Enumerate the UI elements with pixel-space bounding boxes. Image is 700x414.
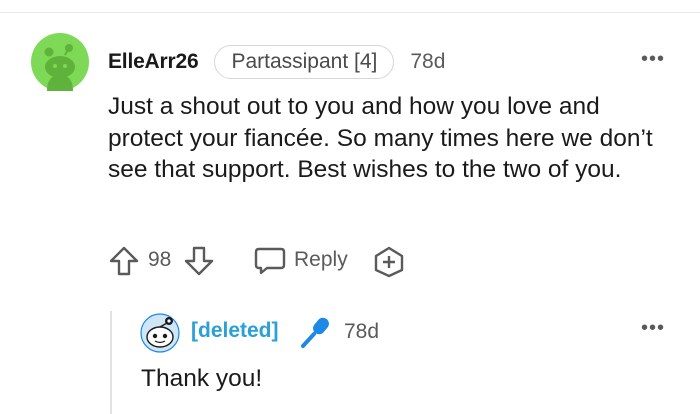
thread-line[interactable] xyxy=(110,311,112,414)
more-options-icon[interactable]: ••• xyxy=(641,48,665,71)
reply-button[interactable]: Reply xyxy=(294,248,348,272)
comment-age: 78d xyxy=(410,50,446,73)
microphone-icon xyxy=(298,315,332,349)
reply-username: [deleted] xyxy=(191,319,279,342)
top-divider xyxy=(0,12,700,13)
award-plus-icon[interactable] xyxy=(372,245,406,279)
reply-body: Thank you! xyxy=(141,365,263,392)
reply-more-options-icon[interactable]: ••• xyxy=(641,317,665,340)
downvote-icon[interactable] xyxy=(183,245,215,277)
reply-bubble-icon[interactable] xyxy=(253,246,287,276)
comment-header: ElleArr26 Partassipant [4] 78d xyxy=(108,44,445,80)
default-snoo-icon xyxy=(140,313,180,353)
deleted-user-avatar xyxy=(140,313,180,353)
user-flair-badge: Partassipant [4] xyxy=(214,45,395,79)
upvote-icon[interactable] xyxy=(108,245,140,277)
vote-score: 98 xyxy=(148,248,172,271)
comment-actions: 98 Reply xyxy=(108,243,428,279)
user-avatar[interactable] xyxy=(31,33,89,91)
comment-body: Just a shout out to you and how you love… xyxy=(108,93,653,183)
reply-age: 78d xyxy=(344,320,380,343)
snoo-avatar-icon xyxy=(31,33,89,91)
username-link[interactable]: ElleArr26 xyxy=(108,50,199,74)
